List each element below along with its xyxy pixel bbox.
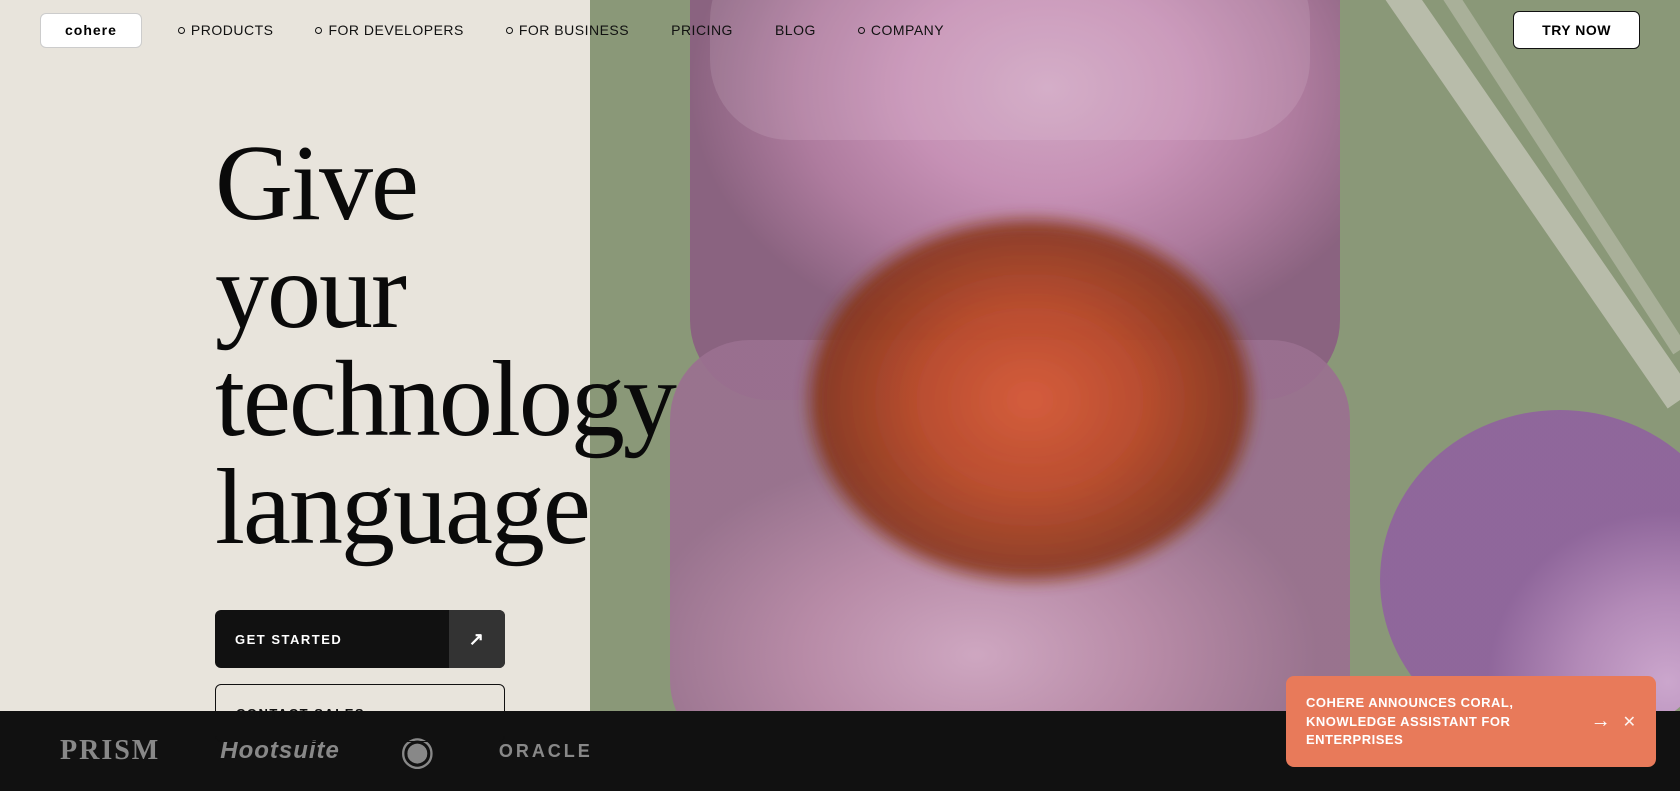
cta-group: GET STARTED ↗ CONTACT SALES [215,610,590,742]
bottom-logo-1: PRISM [60,735,160,767]
nav-item-developers[interactable]: FOR DEVELOPERS [299,14,479,46]
arrow-icon: ↗ [449,610,505,668]
hero-right [590,0,1680,711]
hero-title: Give your technology language [215,130,590,562]
hero-abstract-art [590,0,1680,711]
bottom-logo-4: ORACLE [499,741,593,762]
toast-notification: COHERE ANNOUNCES CORAL, KNOWLEDGE ASSIST… [1286,676,1656,767]
toast-text: COHERE ANNOUNCES CORAL, KNOWLEDGE ASSIST… [1306,694,1579,749]
contact-sales-button[interactable]: CONTACT SALES [215,684,505,742]
logo[interactable]: cohere [40,13,142,48]
nav-item-company[interactable]: COMPANY [842,14,960,46]
get-started-button[interactable]: GET STARTED ↗ [215,610,505,668]
nav-item-products[interactable]: PRODUCTS [162,14,290,46]
nav-item-blog[interactable]: BLOG [759,14,832,46]
dot-icon [506,27,513,34]
dot-icon [858,27,865,34]
try-now-button[interactable]: TRY NOW [1513,11,1640,49]
nav-item-pricing[interactable]: PRICING [655,14,749,46]
nav-item-business[interactable]: FOR BUSINESS [490,14,645,46]
hero-section: Give your technology language GET STARTE… [0,0,1680,711]
hero-left: Give your technology language GET STARTE… [0,0,590,711]
dot-icon [315,27,322,34]
dot-icon [178,27,185,34]
nav-items: PRODUCTS FOR DEVELOPERS FOR BUSINESS PRI… [162,14,1513,46]
toast-arrow-icon[interactable]: → [1591,710,1611,733]
toast-close-button[interactable]: ✕ [1623,712,1636,732]
